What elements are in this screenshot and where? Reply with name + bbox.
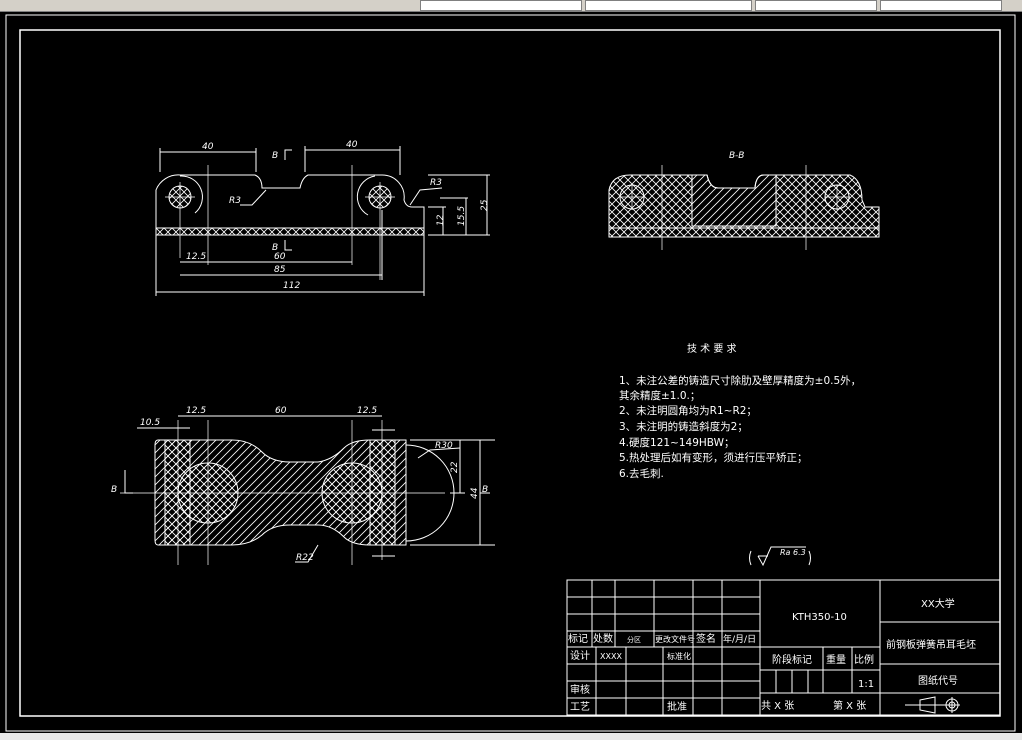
approve-label: 批准 xyxy=(667,700,687,713)
school-name: XX大学 xyxy=(921,597,955,610)
weight-label: 重量 xyxy=(826,653,846,666)
dim-r22: R22 xyxy=(296,553,314,563)
section-view xyxy=(608,165,880,250)
dim-60: 60 xyxy=(274,252,286,262)
drawing-canvas[interactable]: 40 40 R3 R3 12.5 60 85 112 12 15.5 25 B … xyxy=(0,12,1022,733)
section-title: B-B xyxy=(729,151,744,161)
dim-22: 22 xyxy=(450,461,460,473)
tech-title: 技 术 要 求 xyxy=(687,342,737,355)
header-mark: 标记 xyxy=(568,633,588,645)
part-name: 前钢板弹簧吊耳毛坯 xyxy=(886,638,976,651)
scale-value: 1:1 xyxy=(858,679,874,690)
section-mark-top: B xyxy=(272,151,278,161)
dim-60: 60 xyxy=(275,406,287,416)
front-view-labels: 40 40 R3 R3 12.5 60 85 112 12 15.5 25 B … xyxy=(186,140,490,291)
dim-r3-right: R3 xyxy=(430,178,442,188)
dim-r30: R30 xyxy=(435,441,453,451)
req-line-3: 2、未注明圆角均为R1~R2； xyxy=(619,404,757,417)
req-line-2: 其余精度±1.0.； xyxy=(619,389,700,402)
dim-40-left: 40 xyxy=(202,142,214,152)
req-line-6: 5.热处理后如有变形，须进行压平矫正； xyxy=(619,451,808,464)
color-dropdown[interactable] xyxy=(585,0,752,11)
section-mark-bottom: B xyxy=(272,243,278,253)
linetype-dropdown[interactable] xyxy=(755,0,877,11)
cad-toolbar xyxy=(0,0,1022,12)
header-date: 年/月/日 xyxy=(723,633,756,645)
lineweight-dropdown[interactable] xyxy=(880,0,1002,11)
drawing-number: KTH350-10 xyxy=(792,612,847,623)
header-change-doc: 更改文件号 xyxy=(655,634,695,644)
standardization-label: 标准化 xyxy=(667,651,691,661)
layer-dropdown[interactable] xyxy=(420,0,582,11)
stage-label: 阶段标记 xyxy=(772,653,812,666)
header-count: 处数 xyxy=(593,632,613,645)
dim-40-right: 40 xyxy=(346,140,358,150)
req-line-4: 3、未注明的铸造斜度为2； xyxy=(619,420,748,433)
process-label: 工艺 xyxy=(570,701,590,713)
design-label: 设计 xyxy=(570,649,590,662)
dim-12-5: 12.5 xyxy=(186,252,206,262)
dim-15-5: 15.5 xyxy=(457,206,467,226)
scale-label: 比例 xyxy=(854,653,874,666)
dim-10-5: 10.5 xyxy=(140,418,160,428)
drawing-code-label: 图纸代号 xyxy=(918,674,958,687)
dim-12-5-right: 12.5 xyxy=(357,406,377,416)
dim-112: 112 xyxy=(283,281,300,291)
top-view xyxy=(120,415,495,565)
review-label: 审核 xyxy=(570,683,590,696)
header-signature: 签名 xyxy=(696,632,716,645)
dim-44: 44 xyxy=(470,487,480,499)
total-sheets: 共 X 张 xyxy=(761,700,794,712)
req-line-5: 4.硬度121~149HBW； xyxy=(619,436,735,449)
dim-25: 25 xyxy=(480,199,490,211)
dim-85: 85 xyxy=(274,265,286,275)
req-line-1: 1、未注公差的铸造尺寸除肋及壁厚精度为±0.5外， xyxy=(619,374,861,387)
section-mark-right: B xyxy=(482,485,488,495)
req-line-7: 6.去毛刺. xyxy=(619,468,664,480)
section-mark-left: B xyxy=(111,485,117,495)
designer-name: XXXX xyxy=(600,652,622,661)
dim-12: 12 xyxy=(436,214,446,226)
sheet-number: 第 X 张 xyxy=(833,699,866,712)
tech-requirements: 技 术 要 求 1、未注公差的铸造尺寸除肋及壁厚精度为±0.5外， 其余精度±1… xyxy=(619,342,861,480)
dim-r3-left: R3 xyxy=(229,196,241,206)
dim-12-5-left: 12.5 xyxy=(186,406,206,416)
outer-border xyxy=(5,14,1016,732)
roughness-label: Ra 6.3 xyxy=(780,548,806,557)
inner-frame xyxy=(19,29,1001,717)
header-zone: 分区 xyxy=(627,635,641,644)
command-line[interactable] xyxy=(0,733,1022,740)
